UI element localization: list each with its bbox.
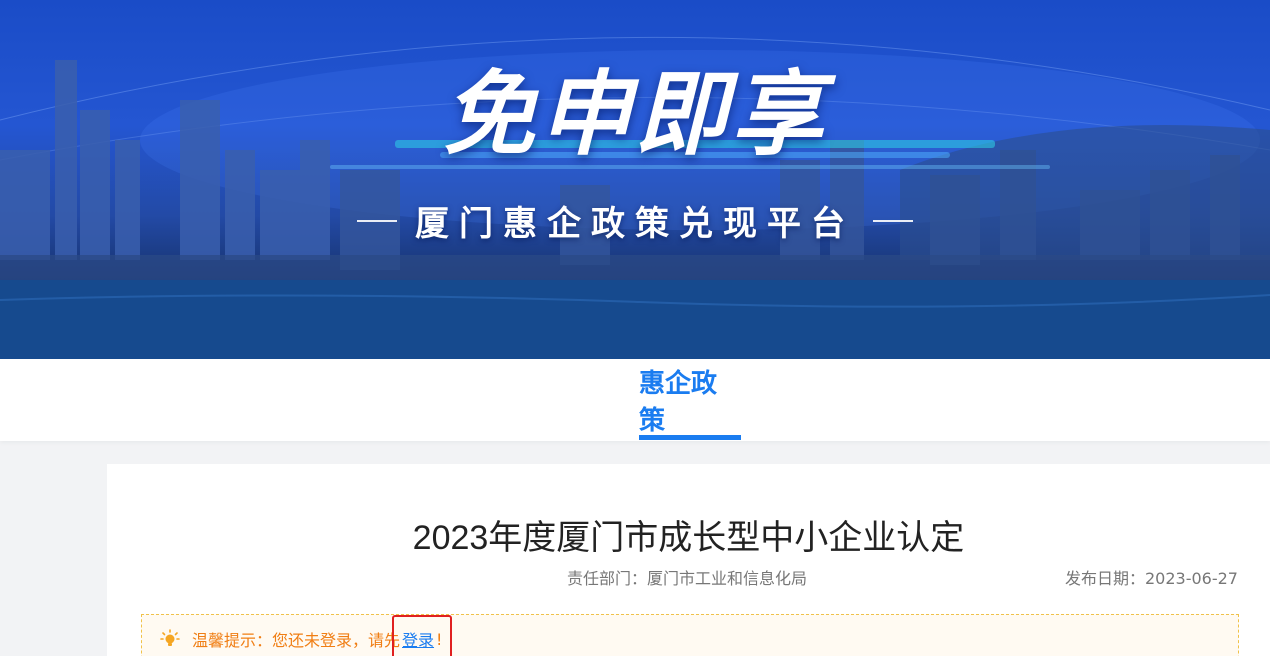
tab-bar: 惠企政策: [0, 359, 1270, 441]
dash-decoration: [357, 219, 397, 222]
login-notice: 温馨提示：您还未登录，请先 登录 !: [141, 614, 1239, 656]
dash-decoration: [873, 219, 913, 222]
active-tab-indicator: [639, 435, 741, 440]
responsible-department: 责任部门：厦门市工业和信息化局: [567, 569, 808, 588]
policy-detail-card: 2023年度厦门市成长型中小企业认定 责任部门：厦门市工业和信息化局 发布日期：…: [107, 464, 1270, 656]
banner-subtitle: 厦门惠企政策兑现平台: [415, 204, 855, 244]
notice-text: 温馨提示：您还未登录，请先: [192, 631, 401, 650]
tab-policies[interactable]: 惠企政策: [639, 359, 741, 441]
banner-title: 免申即享: [442, 61, 827, 168]
page-title: 2023年度厦门市成长型中小企业认定: [412, 519, 965, 557]
lightbulb-icon: [160, 629, 180, 649]
banner-subtitle-row: 厦门惠企政策兑现平台: [0, 196, 1270, 245]
hero-banner: 免申即享 厦门惠企政策兑现平台: [0, 0, 1270, 359]
login-link[interactable]: 登录: [392, 615, 453, 656]
publish-date: 发布日期：2023-06-27: [1065, 569, 1238, 588]
